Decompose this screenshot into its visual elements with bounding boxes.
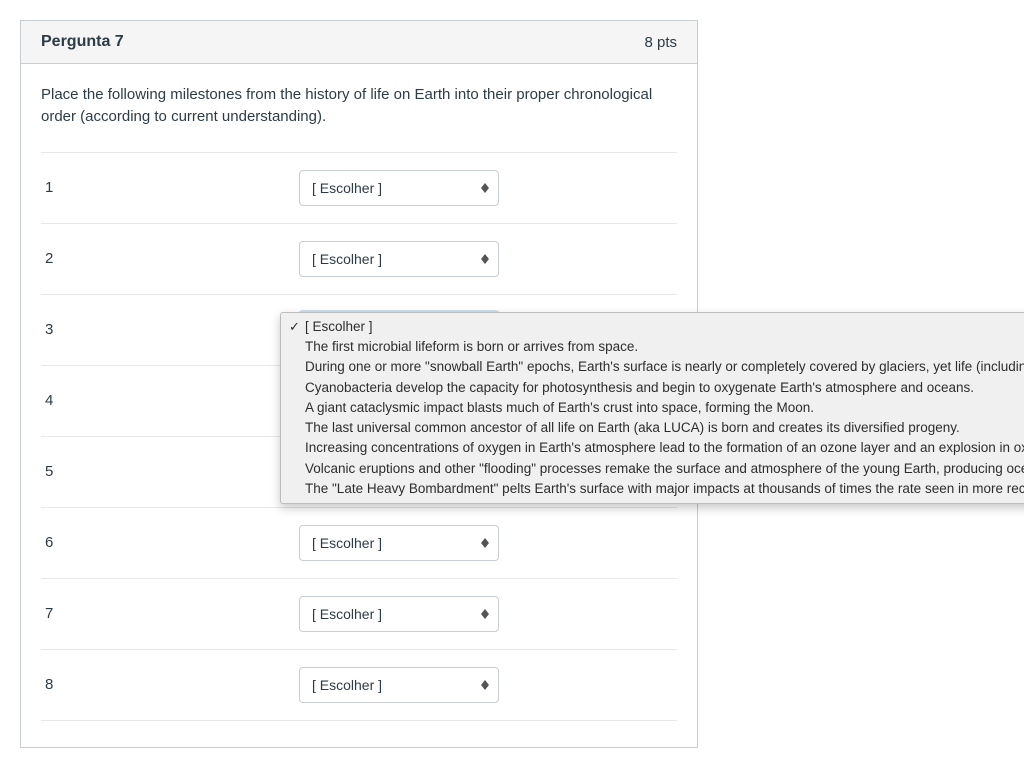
question-container: Pergunta 7 8 pts Place the following mil… bbox=[20, 20, 698, 748]
select-6[interactable]: [ Escolher ] bbox=[299, 525, 499, 561]
option-text: A giant cataclysmic impact blasts much o… bbox=[305, 399, 814, 417]
option-text: [ Escolher ] bbox=[305, 318, 373, 336]
option-text: The last universal common ancestor of al… bbox=[305, 419, 960, 437]
select-1[interactable]: [ Escolher ] bbox=[299, 170, 499, 206]
answer-label: 2 bbox=[41, 250, 299, 267]
option-text: Increasing concentrations of oxygen in E… bbox=[305, 439, 1024, 457]
answer-label: 8 bbox=[41, 676, 299, 693]
option-text: Volcanic eruptions and other "flooding" … bbox=[305, 460, 1024, 478]
dropdown-option[interactable]: Cyanobacteria develop the capacity for p… bbox=[281, 378, 1024, 398]
dropdown-option[interactable]: The last universal common ancestor of al… bbox=[281, 418, 1024, 438]
question-header: Pergunta 7 8 pts bbox=[21, 21, 697, 64]
option-text: The first microbial lifeform is born or … bbox=[305, 338, 638, 356]
dropdown-option[interactable]: Volcanic eruptions and other "flooding" … bbox=[281, 459, 1024, 479]
check-icon: ✓ bbox=[289, 318, 305, 336]
select-7[interactable]: [ Escolher ] bbox=[299, 596, 499, 632]
dropdown-option[interactable]: The first microbial lifeform is born or … bbox=[281, 337, 1024, 357]
select-8[interactable]: [ Escolher ] bbox=[299, 667, 499, 703]
select-2[interactable]: [ Escolher ] bbox=[299, 241, 499, 277]
answer-label: 6 bbox=[41, 534, 299, 551]
answer-row: 2 [ Escolher ] bbox=[41, 223, 677, 294]
answer-label: 3 bbox=[41, 321, 299, 338]
select-display: [ Escolher ] bbox=[299, 170, 499, 206]
question-points: 8 pts bbox=[644, 34, 677, 51]
question-title: Pergunta 7 bbox=[41, 33, 124, 51]
answer-label: 7 bbox=[41, 605, 299, 622]
answer-row: 7 [ Escolher ] bbox=[41, 578, 677, 649]
select-display: [ Escolher ] bbox=[299, 525, 499, 561]
answer-label: 5 bbox=[41, 463, 299, 480]
select-display: [ Escolher ] bbox=[299, 241, 499, 277]
answer-label: 1 bbox=[41, 179, 299, 196]
dropdown-option[interactable]: ✓ [ Escolher ] bbox=[281, 317, 1024, 337]
dropdown-menu[interactable]: ✓ [ Escolher ] The first microbial lifef… bbox=[280, 312, 1024, 504]
option-text: Cyanobacteria develop the capacity for p… bbox=[305, 379, 974, 397]
option-text: The "Late Heavy Bombardment" pelts Earth… bbox=[305, 480, 1024, 498]
dropdown-option[interactable]: During one or more "snowball Earth" epoc… bbox=[281, 357, 1024, 377]
question-text: Place the following milestones from the … bbox=[41, 84, 677, 128]
select-display: [ Escolher ] bbox=[299, 596, 499, 632]
answer-label: 4 bbox=[41, 392, 299, 409]
option-text: During one or more "snowball Earth" epoc… bbox=[305, 358, 1024, 376]
answer-row: 1 [ Escolher ] bbox=[41, 152, 677, 223]
answer-row: 6 [ Escolher ] bbox=[41, 507, 677, 578]
answer-row: 8 [ Escolher ] bbox=[41, 649, 677, 721]
select-display: [ Escolher ] bbox=[299, 667, 499, 703]
dropdown-option[interactable]: The "Late Heavy Bombardment" pelts Earth… bbox=[281, 479, 1024, 499]
dropdown-option[interactable]: Increasing concentrations of oxygen in E… bbox=[281, 438, 1024, 458]
dropdown-option[interactable]: A giant cataclysmic impact blasts much o… bbox=[281, 398, 1024, 418]
